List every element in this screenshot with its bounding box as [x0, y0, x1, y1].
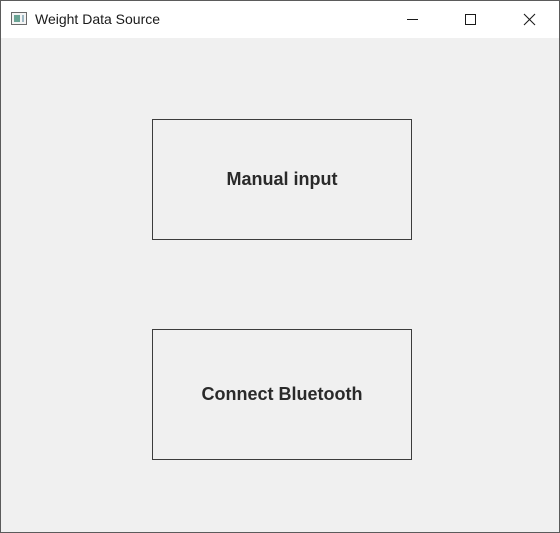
maximize-icon — [465, 14, 476, 25]
manual-input-button[interactable]: Manual input — [152, 119, 412, 240]
minimize-button[interactable] — [389, 1, 435, 38]
connect-bluetooth-label: Connect Bluetooth — [201, 384, 363, 404]
connect-bluetooth-button[interactable]: Connect Bluetooth — [152, 329, 412, 460]
close-icon — [523, 13, 536, 26]
minimize-icon — [407, 19, 418, 20]
title-bar[interactable]: Weight Data Source — [1, 1, 559, 38]
maximize-button[interactable] — [447, 1, 493, 38]
close-button[interactable] — [506, 1, 552, 38]
manual-input-label: Manual input — [226, 169, 338, 189]
window-title: Weight Data Source — [35, 11, 161, 27]
app-window-icon — [11, 12, 27, 25]
app-window: Weight Data Source Manual input Connect … — [0, 0, 560, 533]
